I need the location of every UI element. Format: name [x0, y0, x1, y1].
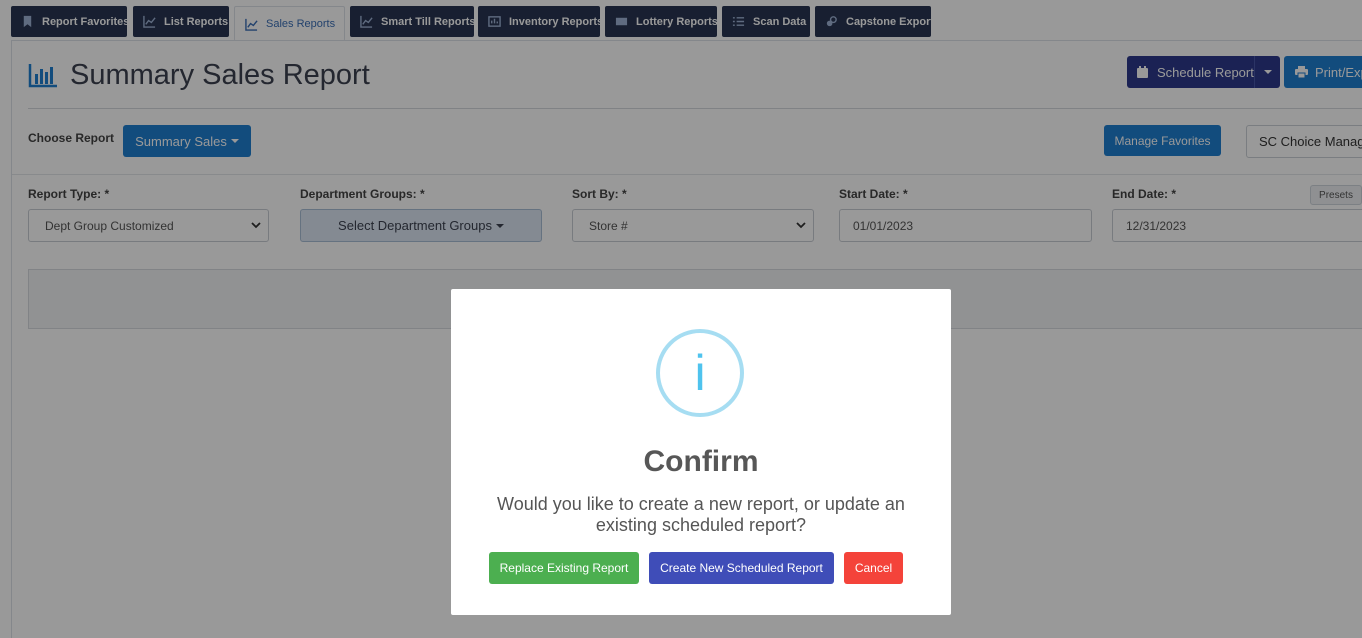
confirm-dialog: i Confirm Would you like to create a new… — [451, 289, 951, 615]
replace-existing-report-button[interactable]: Replace Existing Report — [489, 552, 639, 584]
info-glyph: i — [694, 345, 706, 401]
dialog-title: Confirm — [643, 445, 759, 478]
info-icon: i — [656, 329, 744, 417]
dialog-message: Would you like to create a new report, o… — [497, 494, 905, 535]
cancel-button[interactable]: Cancel — [844, 552, 903, 584]
create-new-scheduled-report-button[interactable]: Create New Scheduled Report — [649, 552, 834, 584]
